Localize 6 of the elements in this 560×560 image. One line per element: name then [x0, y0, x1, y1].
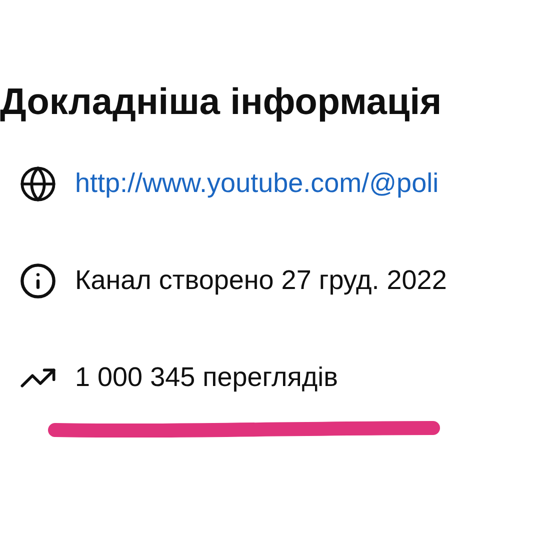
- channel-link[interactable]: http://www.youtube.com/@poli: [75, 163, 439, 204]
- info-icon: [19, 262, 57, 300]
- section-title: Докладніша інформація: [0, 80, 442, 124]
- info-text: 1 000 345 переглядів: [75, 361, 338, 394]
- info-text: Канал створено 27 груд. 2022: [75, 264, 447, 298]
- globe-icon: [19, 164, 57, 202]
